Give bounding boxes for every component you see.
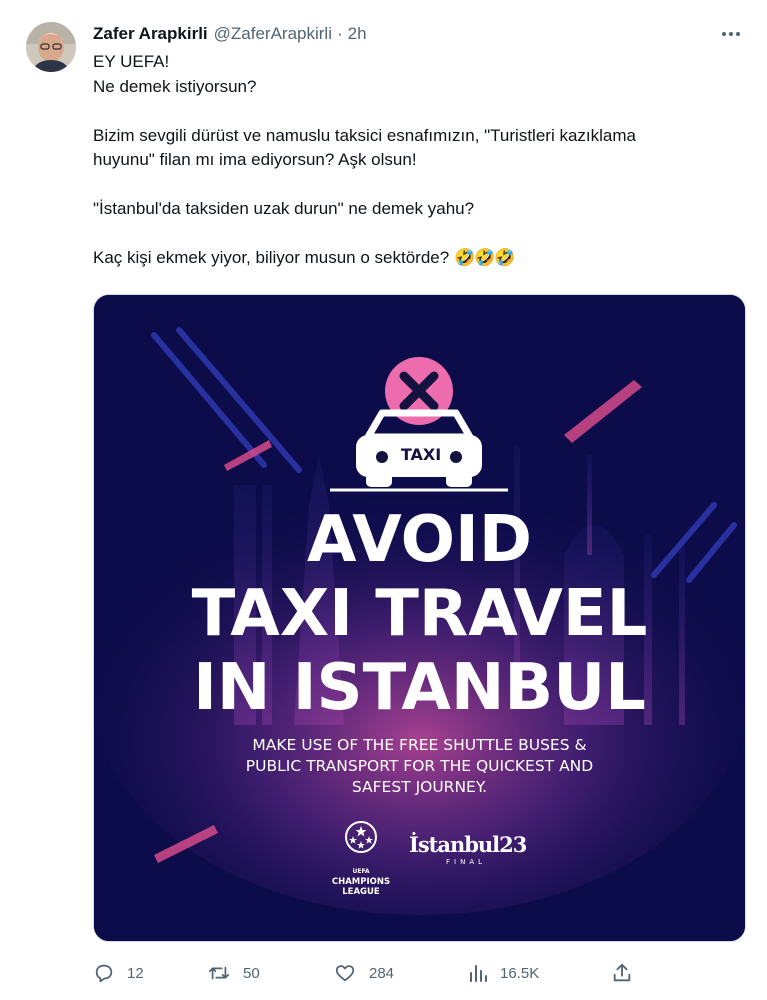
more-icon[interactable] (717, 22, 745, 46)
tweet-text: EY UEFA! Ne demek istiyorsun? Bizim sevg… (93, 50, 733, 271)
subtext-line: SAFEST JOURNEY. (351, 778, 488, 796)
tweet-line: "İstanbul'da taksiden uzak durun" ne dem… (93, 199, 475, 218)
istanbul-logo: İstanbul23 (409, 832, 527, 857)
tweet-line: Ne demek istiyorsun? (93, 76, 257, 96)
share-icon (613, 963, 631, 982)
avatar[interactable] (26, 22, 76, 72)
taxi-sign: TAXI (400, 445, 442, 464)
retweet-button[interactable]: 50 (207, 958, 260, 988)
reply-count: 12 (127, 964, 144, 982)
subtext-line: MAKE USE OF THE FREE SHUTTLE BUSES & (252, 736, 587, 754)
retweet-icon (208, 966, 230, 980)
like-count: 284 (369, 964, 395, 982)
timestamp[interactable]: 2h (348, 24, 367, 44)
share-button[interactable] (611, 958, 633, 988)
ucl-label: UEFA CHAMPIONS LEAGUE (320, 867, 402, 897)
tweet-line-last: Kaç kişi ekmek yiyor, biliyor musun o se… (93, 246, 733, 271)
action-bar: 12 50 284 16.5K (93, 958, 653, 988)
author-handle[interactable]: @ZaferArapkirli (214, 24, 332, 44)
tweet: Zafer Arapkirli @ZaferArapkirli · 2h EY … (0, 0, 767, 1000)
ucl-label-line: CHAMPIONS (331, 877, 391, 887)
like-button[interactable]: 284 (333, 958, 394, 988)
separator: · (336, 24, 343, 43)
tweet-line: Bizim sevgili dürüst ve namuslu taksici … (93, 125, 636, 145)
tweet-line: EY UEFA! (93, 52, 170, 71)
views-button[interactable]: 16.5K (468, 958, 539, 988)
headline-line: IN ISTANBUL (193, 651, 646, 725)
ucl-label-line: LEAGUE (342, 887, 380, 897)
tweet-header: Zafer Arapkirli @ZaferArapkirli · 2h (93, 22, 367, 46)
headline-line: TAXI TRAVEL (191, 577, 648, 651)
reply-icon (95, 964, 113, 983)
retweet-count: 50 (243, 964, 260, 982)
tweet-line: huyunu" filan mı ima ediyorsun? Aşk olsu… (93, 150, 417, 169)
subtext-line: PUBLIC TRANSPORT FOR THE QUICKEST AND (245, 757, 594, 775)
ucl-label-line: UEFA (352, 868, 370, 875)
headline-line: AVOID (307, 503, 532, 577)
istanbul-final-label: FINAL (446, 858, 487, 866)
views-count: 16.5K (500, 964, 540, 982)
tweet-media[interactable]: TAXI AVOID TAXI TRAVEL IN ISTANBUL MAKE … (93, 294, 746, 942)
tweet-line: Kaç kişi ekmek yiyor, biliyor musun o se… (93, 248, 450, 267)
like-icon (335, 965, 355, 982)
reply-button[interactable]: 12 (93, 958, 144, 988)
emoji-group: 🤣🤣🤣 (453, 248, 516, 267)
views-icon (470, 965, 487, 982)
author-name[interactable]: Zafer Arapkirli (93, 24, 208, 44)
